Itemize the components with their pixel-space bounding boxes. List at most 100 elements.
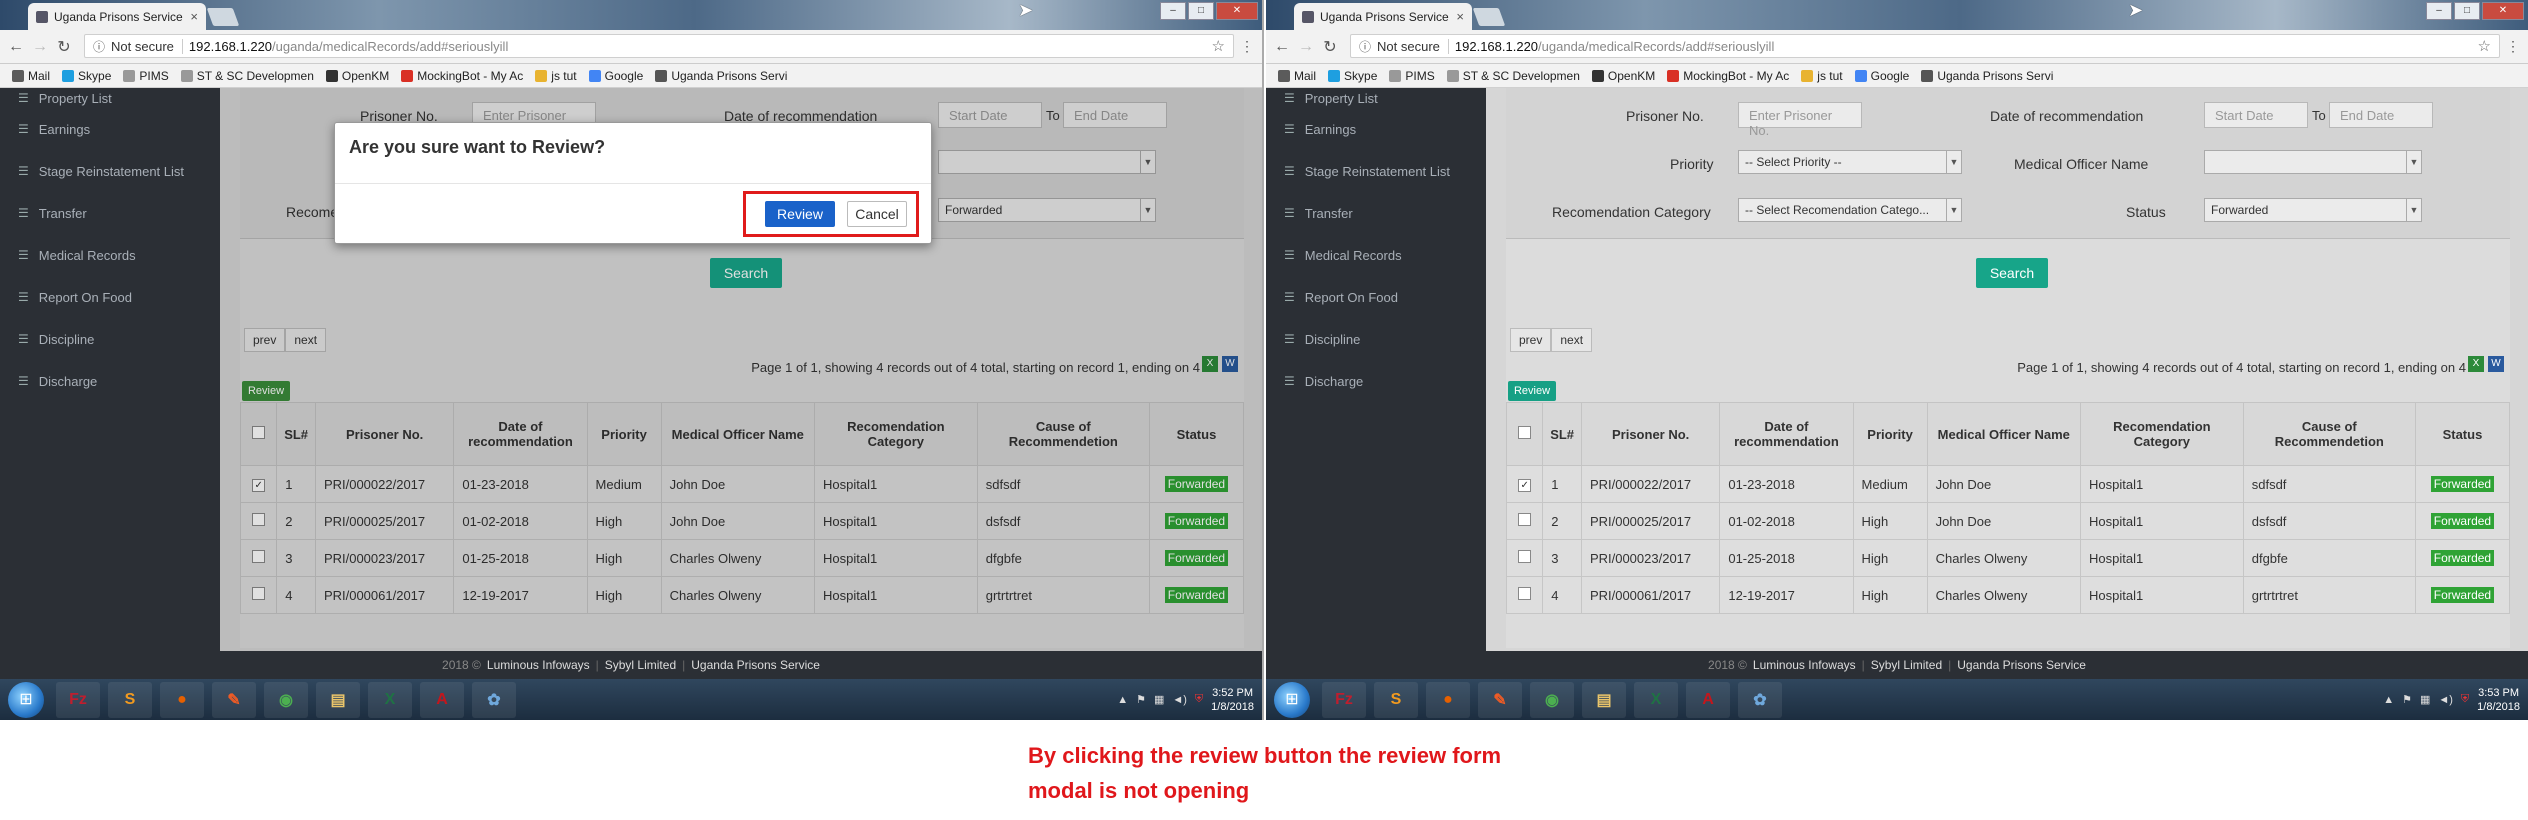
prev-button[interactable]: prev [1510,328,1552,352]
row-checkbox[interactable] [1518,587,1532,600]
sidebar-item[interactable]: ☰ Medical Records [0,234,220,276]
bookmark-item[interactable]: ST & SC Developmen [1446,69,1580,83]
start-button-icon[interactable]: ⊞ [8,681,44,718]
end-date-input[interactable]: End Date [2329,102,2433,128]
bookmark-item[interactable]: Uganda Prisons Servi [1921,69,2053,83]
new-tab-button[interactable] [1472,8,1506,26]
maximize-icon[interactable]: □ [2454,2,2480,20]
sidebar-item[interactable]: ☰ Stage Reinstatement List [0,150,220,192]
sidebar-item[interactable]: ☰ Property List [0,88,220,108]
filezilla-icon[interactable]: Fz [56,681,100,718]
chrome-icon[interactable]: ◉ [1530,681,1574,718]
sidebar-item[interactable]: ☰ Discipline [0,318,220,360]
sidebar-item[interactable]: ☰ Discharge [0,360,220,402]
bookmark-item[interactable]: Mail [12,69,50,83]
minimize-icon[interactable]: – [1160,2,1186,20]
firefox-icon[interactable]: ● [1426,681,1470,718]
bookmark-item[interactable]: js tut [535,69,577,83]
bookmark-item[interactable]: js tut [1801,69,1843,83]
close-tab-icon[interactable]: × [1456,9,1464,24]
close-tab-icon[interactable]: × [190,9,198,24]
bookmark-item[interactable]: PIMS [1389,69,1435,83]
show-hidden-icons-icon[interactable]: ▲ [1117,694,1128,706]
info-icon[interactable]: ⓘ [93,38,105,55]
word-export-icon[interactable]: W [2488,356,2504,372]
bookmark-item[interactable]: OpenKM [1591,69,1655,83]
bookmark-item[interactable]: MockingBot - My Ac [401,69,523,83]
maximize-icon[interactable]: □ [1188,2,1214,20]
address-bar[interactable]: ⓘ Not secure 192.168.1.220 /uganda/medic… [1350,34,2500,58]
sidebar-item[interactable]: ☰ Report On Food [0,276,220,318]
sidebar-item[interactable]: ☰ Discipline [1266,318,1486,360]
bookmark-item[interactable]: Google [1854,69,1909,83]
postman-icon[interactable]: ✎ [1478,681,1522,718]
sidebar-item[interactable]: ☰ Medical Records [1266,234,1486,276]
row-checkbox[interactable] [1518,550,1532,563]
address-bar[interactable]: ⓘ Not secure 192.168.1.220 /uganda/medic… [84,34,1234,58]
sidebar-item[interactable]: ☰ Report On Food [1266,276,1486,318]
filezilla-icon[interactable]: Fz [1322,681,1366,718]
explorer-icon[interactable]: ▤ [316,681,360,718]
show-hidden-icons-icon[interactable]: ▲ [2383,694,2394,706]
bookmark-star-icon[interactable]: ☆ [1212,37,1225,55]
new-tab-button[interactable] [206,8,240,26]
row-checkbox[interactable]: ✓ [1518,479,1532,492]
postman-icon[interactable]: ✎ [212,681,256,718]
sidebar-item[interactable]: ☰ Transfer [0,192,220,234]
excel-icon[interactable]: X [368,681,412,718]
bookmark-item[interactable]: MockingBot - My Ac [1667,69,1789,83]
modal-cancel-button[interactable]: Cancel [847,201,907,227]
info-icon[interactable]: ⓘ [1359,38,1371,55]
bookmark-item[interactable]: Skype [1328,69,1377,83]
acrobat-icon[interactable]: A [420,681,464,718]
volume-icon[interactable]: ◄) [1172,694,1187,706]
forward-icon[interactable]: → [1294,38,1318,56]
start-button-icon[interactable]: ⊞ [1274,681,1310,718]
browser-tab[interactable]: Uganda Prisons Service × [1294,3,1472,30]
sidebar-item[interactable]: ☰ Transfer [1266,192,1486,234]
antivirus-icon[interactable]: ⛨ [2461,693,2469,706]
forward-icon[interactable]: → [28,38,52,56]
sidebar-item[interactable]: ☰ Stage Reinstatement List [1266,150,1486,192]
modal-review-button[interactable]: Review [765,201,835,227]
clock[interactable]: 3:53 PM 1/8/2018 [2477,686,2520,714]
search-button[interactable]: Search [1976,258,2048,288]
antivirus-icon[interactable]: ⛨ [1195,693,1203,706]
sublime-icon[interactable]: S [108,681,152,718]
bookmark-item[interactable]: Mail [1278,69,1316,83]
bookmark-star-icon[interactable]: ☆ [2478,37,2491,55]
select-all-checkbox[interactable] [1518,426,1532,439]
volume-icon[interactable]: ◄) [2438,694,2453,706]
bookmark-item[interactable]: PIMS [123,69,169,83]
window-close-icon[interactable]: ✕ [2482,2,2524,20]
excel-export-icon[interactable]: X [2468,356,2484,372]
priority-select[interactable]: -- Select Priority -- ▼ [1738,150,1962,174]
acrobat-icon[interactable]: A [1686,681,1730,718]
network-icon[interactable]: ▦ [2420,693,2430,706]
browser-tab[interactable]: Uganda Prisons Service × [28,3,206,30]
medical-officer-select[interactable]: ▼ [2204,150,2422,174]
row-checkbox[interactable] [1518,513,1532,526]
action-center-flag-icon[interactable]: ⚑ [1136,693,1146,706]
browser-menu-icon[interactable]: ⋮ [1240,38,1254,55]
back-icon[interactable]: ← [4,38,28,56]
bookmark-item[interactable]: ST & SC Developmen [180,69,314,83]
minimize-icon[interactable]: – [2426,2,2452,20]
excel-icon[interactable]: X [1634,681,1678,718]
bookmark-item[interactable]: Skype [62,69,111,83]
bookmark-item[interactable]: Uganda Prisons Servi [655,69,787,83]
bookmark-item[interactable]: Google [588,69,643,83]
chrome-icon[interactable]: ◉ [264,681,308,718]
window-close-icon[interactable]: ✕ [1216,2,1258,20]
paint-icon[interactable]: ✿ [472,681,516,718]
reload-icon[interactable]: ↻ [52,37,76,57]
explorer-icon[interactable]: ▤ [1582,681,1626,718]
reload-icon[interactable]: ↻ [1318,37,1342,57]
firefox-icon[interactable]: ● [160,681,204,718]
category-select[interactable]: -- Select Recomendation Catego... ▼ [1738,198,1962,222]
prisoner-no-input[interactable]: Enter Prisoner No. [1738,102,1862,138]
review-button[interactable]: Review [1508,381,1556,401]
next-button[interactable]: next [1551,328,1593,352]
sidebar-item[interactable]: ☰ Property List [1266,88,1486,108]
status-select[interactable]: Forwarded ▼ [2204,198,2422,222]
